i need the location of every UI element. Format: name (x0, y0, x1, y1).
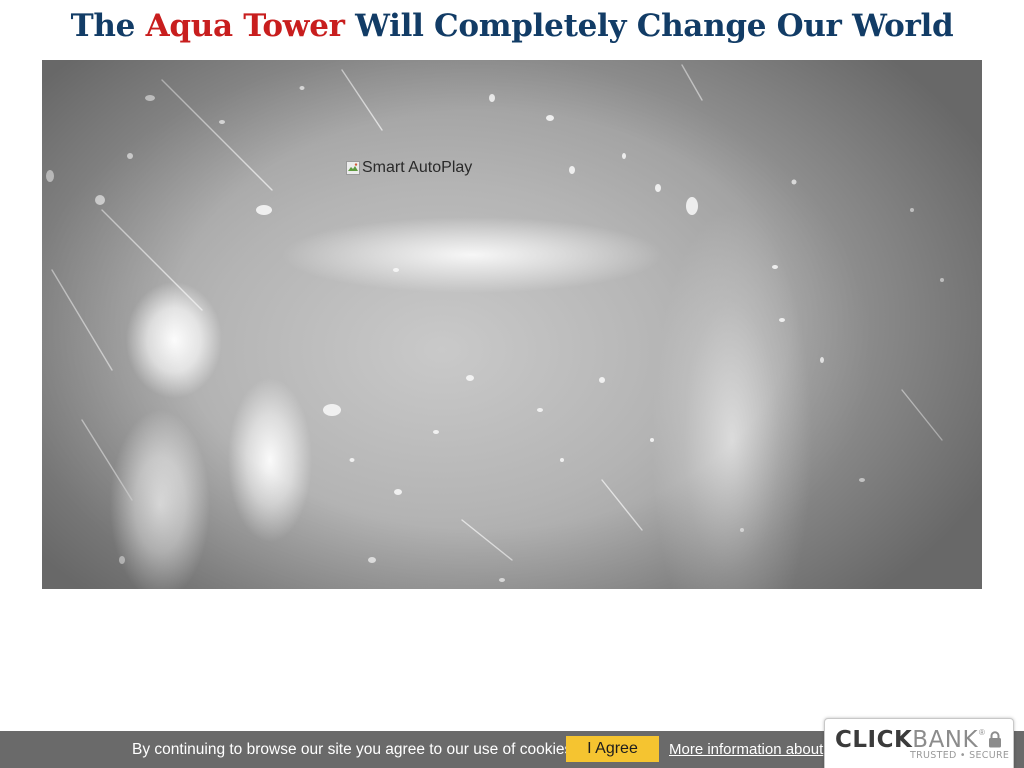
more-information-link[interactable]: More information about (669, 741, 823, 758)
page-headline: The Aqua Tower Will Completely Change Ou… (0, 4, 1024, 48)
registered-mark: ® (979, 728, 985, 737)
smart-autoplay-image[interactable]: Smart AutoPlay (346, 159, 472, 177)
headline-highlight: Aqua Tower (145, 8, 345, 44)
video-frame-specks (46, 64, 944, 582)
broken-image-icon (346, 161, 360, 175)
cookie-message: By continuing to browse our site you agr… (132, 741, 577, 758)
clickbank-tagline: TRUSTED • SECURE (910, 750, 1010, 761)
headline-prefix: The (70, 8, 146, 44)
video-player[interactable]: Smart AutoPlay (42, 60, 982, 589)
agree-button[interactable]: I Agree (566, 736, 659, 762)
page: The Aqua Tower Will Completely Change Ou… (0, 0, 1024, 768)
headline-suffix: Will Completely Change Our World (344, 8, 954, 44)
clickbank-logo-click: CLICK (835, 727, 913, 753)
clickbank-trust-badge[interactable]: CLICKBANK ® TRUSTED • SECURE (824, 718, 1014, 768)
autoplay-alt-text: Smart AutoPlay (362, 159, 473, 176)
lock-icon (988, 731, 1002, 748)
